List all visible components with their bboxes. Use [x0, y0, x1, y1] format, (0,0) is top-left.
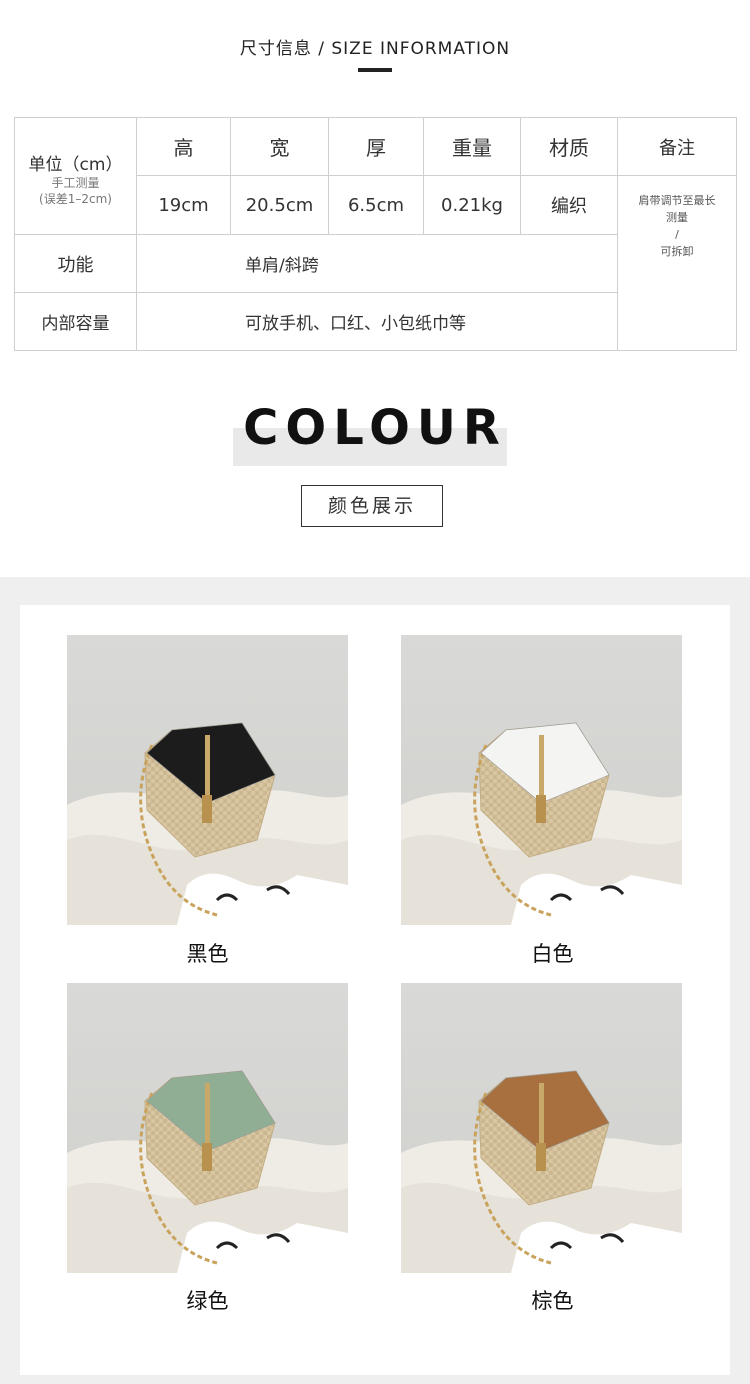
- unit-cell: 单位（cm） 手工测量 (误差1–2cm): [14, 117, 137, 235]
- colour-display-button[interactable]: 颜色展示: [301, 485, 443, 527]
- product-photo-white[interactable]: [401, 635, 682, 925]
- header-depth: 厚: [328, 117, 424, 176]
- variant-label-white: 白色: [531, 942, 574, 966]
- value-material: 编织: [520, 175, 618, 235]
- unit-label: 单位（cm）: [28, 154, 123, 175]
- header-weight: 重量: [423, 117, 521, 176]
- value-width: 20.5cm: [230, 175, 329, 235]
- value-height: 19cm: [136, 175, 231, 235]
- note-line-1: 肩带调节至最长: [638, 194, 716, 207]
- variant-label-green: 绿色: [186, 1289, 229, 1313]
- value-depth: 6.5cm: [328, 175, 424, 235]
- header-material: 材质: [520, 117, 618, 176]
- bag-illustration: [401, 983, 682, 1273]
- header-height: 高: [136, 117, 231, 176]
- variant-label-brown: 棕色: [531, 1289, 574, 1313]
- note-line-3: /: [675, 228, 679, 241]
- bag-illustration: [401, 635, 682, 925]
- product-photo-black[interactable]: [67, 635, 348, 925]
- note-line-4: 可拆卸: [660, 245, 694, 258]
- function-label: 功能: [14, 234, 137, 293]
- header-notes: 备注: [617, 117, 737, 176]
- bag-illustration: [67, 983, 348, 1273]
- capacity-label: 内部容量: [14, 292, 137, 351]
- unit-note-1: 手工测量: [51, 175, 100, 190]
- unit-note-2: (误差1–2cm): [39, 191, 112, 206]
- capacity-value: 可放手机、口红、小包纸巾等: [136, 292, 618, 351]
- note-line-2: 测量: [666, 211, 688, 224]
- size-table: 单位（cm） 手工测量 (误差1–2cm) 高 宽 厚 重量 材质 备注 19c…: [14, 117, 737, 351]
- colour-title: COLOUR: [243, 400, 507, 456]
- header-width: 宽: [230, 117, 329, 176]
- bag-illustration: [67, 635, 348, 925]
- product-photo-green[interactable]: [67, 983, 348, 1273]
- title-underline: [358, 68, 392, 72]
- product-photo-brown[interactable]: [401, 983, 682, 1273]
- size-info-title: 尺寸信息 / SIZE INFORMATION: [239, 39, 511, 59]
- function-value: 单肩/斜跨: [136, 234, 618, 293]
- notes-cell: 肩带调节至最长 测量 / 可拆卸: [617, 175, 737, 351]
- variant-label-black: 黑色: [186, 942, 229, 966]
- value-weight: 0.21kg: [423, 175, 521, 235]
